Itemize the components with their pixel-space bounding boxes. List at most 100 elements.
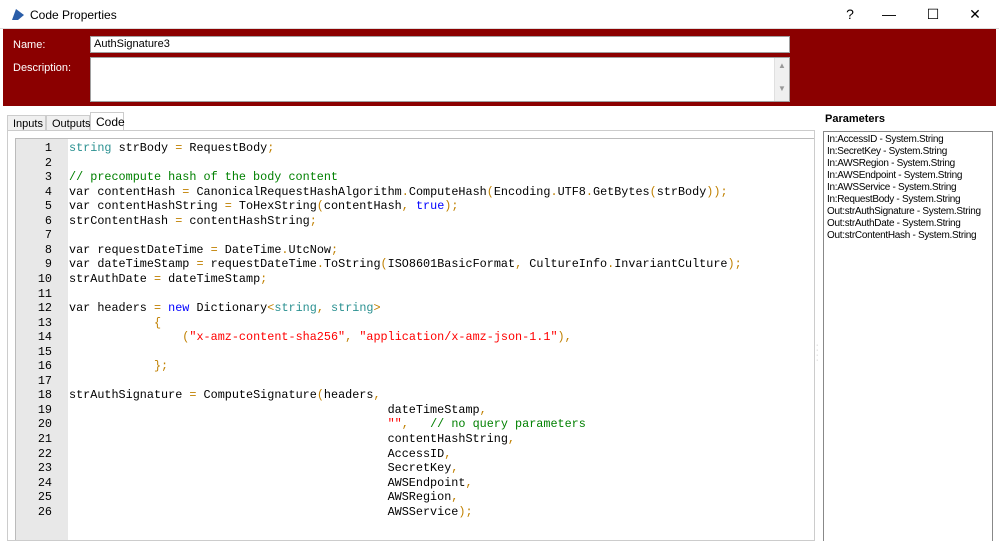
parameter-item[interactable]: In:AccessID - System.String xyxy=(827,134,989,146)
code-line: var dateTimeStamp = requestDateTime.ToSt… xyxy=(69,257,742,272)
code-token: ); xyxy=(727,257,742,272)
code-token: , xyxy=(401,417,409,432)
line-number: 21 xyxy=(37,432,52,446)
code-line: strAuthDate = dateTimeStamp; xyxy=(69,272,267,287)
code-token: var contentHashString xyxy=(69,199,225,214)
line-number: 20 xyxy=(37,417,52,432)
line-number: 11 xyxy=(37,286,52,301)
line-number: 4 xyxy=(44,184,52,199)
code-token: . xyxy=(550,184,558,199)
code-line: dateTimeStamp, xyxy=(69,403,487,418)
line-number: 6 xyxy=(44,213,52,228)
code-token: , xyxy=(316,301,324,316)
code-token: requestDateTime xyxy=(203,257,317,272)
code-token: AWSRegion xyxy=(69,490,452,505)
code-token: strBody xyxy=(111,141,176,155)
code-token: string xyxy=(331,301,374,316)
code-line: // precompute hash of the body content xyxy=(69,170,338,185)
code-line: string strBody = RequestBody; xyxy=(69,141,274,156)
code-token: AccessID xyxy=(69,446,445,461)
code-token: contentHashString xyxy=(182,213,310,228)
code-token: = xyxy=(224,199,232,214)
name-input[interactable]: AuthSignature3 xyxy=(90,36,790,53)
code-token: . xyxy=(585,184,593,199)
code-token: "x-amz-content-sha256" xyxy=(189,330,346,345)
code-token: , xyxy=(451,461,459,476)
line-number: 12 xyxy=(37,301,52,316)
parameter-item[interactable]: In:AWSService - System.String xyxy=(827,182,989,194)
maximize-button[interactable]: ☐ xyxy=(911,0,955,29)
splitter-handle[interactable]: · · · · xyxy=(816,342,819,364)
tab-inputs[interactable]: Inputs xyxy=(7,115,46,131)
code-token: Dictionary xyxy=(189,301,268,316)
line-number: 8 xyxy=(44,242,52,257)
code-token: new xyxy=(168,301,190,316)
code-token: DateTime xyxy=(217,242,282,257)
code-token: . xyxy=(316,257,324,272)
parameter-item[interactable]: In:RequestBody - System.String xyxy=(827,194,989,206)
parameters-list[interactable]: In:AccessID - System.String In:SecretKey … xyxy=(823,131,993,541)
code-line: { xyxy=(69,316,161,331)
properties-header: Name: AuthSignature3 Description: ▲ ▼ xyxy=(3,29,996,106)
line-number: 1 xyxy=(44,141,52,155)
code-token: strBody xyxy=(656,184,707,199)
code-token: ComputeHash xyxy=(408,184,487,199)
close-button[interactable]: ✕ xyxy=(953,0,997,29)
code-token: "application/x-amz-json-1.1" xyxy=(359,330,558,345)
code-token: ; xyxy=(260,271,268,286)
code-token: = xyxy=(210,242,218,257)
code-token: strAuthSignature xyxy=(69,388,190,403)
parameter-item[interactable]: In:AWSEndpoint - System.String xyxy=(827,170,989,182)
code-token: ToHexString xyxy=(231,199,317,214)
description-input[interactable]: ▲ ▼ xyxy=(90,57,790,102)
line-number: 3 xyxy=(44,170,52,185)
code-token: "" xyxy=(387,417,402,432)
code-token: , xyxy=(451,490,459,505)
code-token: ( xyxy=(380,257,388,272)
minimize-button[interactable]: — xyxy=(867,0,911,29)
code-editor-panel: 1 2 3 4 5 6 7 8 9 10 11 12 13 14 15 16 17 18 19 20 21 22 23 24 2… xyxy=(7,130,815,541)
line-number: 19 xyxy=(37,402,52,417)
code-token: , xyxy=(373,388,381,403)
code-token: ; xyxy=(267,141,275,155)
code-token: , xyxy=(465,475,473,490)
code-token: RequestBody xyxy=(182,141,268,155)
code-token: GetBytes xyxy=(592,184,650,199)
code-token: ; xyxy=(309,213,317,228)
parameter-item[interactable]: In:AWSRegion - System.String xyxy=(827,158,989,170)
parameter-item[interactable]: Out:strAuthDate - System.String xyxy=(827,218,989,230)
code-token: var headers xyxy=(69,301,154,316)
code-token: CanonicalRequestHashAlgorithm xyxy=(189,184,402,199)
help-button[interactable]: ? xyxy=(828,0,872,29)
code-token: CultureInfo xyxy=(522,257,608,272)
code-line: var contentHash = CanonicalRequestHashAl… xyxy=(69,185,728,200)
code-area[interactable]: string strBody = RequestBody; // precompu… xyxy=(69,139,814,540)
line-number: 25 xyxy=(37,490,52,505)
code-line: }; xyxy=(69,359,168,374)
line-number: 10 xyxy=(37,271,52,286)
code-token: }; xyxy=(153,359,169,374)
parameter-item[interactable]: Out:strContentHash - System.String xyxy=(827,230,989,242)
code-line: AWSRegion, xyxy=(69,490,459,505)
description-scrollbar[interactable]: ▲ ▼ xyxy=(774,58,789,101)
code-token: = xyxy=(153,271,162,286)
code-line: var requestDateTime = DateTime.UtcNow; xyxy=(69,243,338,258)
code-token: contentHash xyxy=(323,199,402,214)
code-token: . xyxy=(401,184,409,199)
code-token: true xyxy=(415,199,445,214)
tab-code[interactable]: Code xyxy=(90,112,125,131)
code-token: , xyxy=(444,446,452,461)
parameter-item[interactable]: In:SecretKey - System.String xyxy=(827,146,989,158)
line-number: 22 xyxy=(37,446,52,461)
tab-outputs[interactable]: Outputs xyxy=(46,115,91,131)
line-number: 15 xyxy=(37,344,52,359)
code-editor[interactable]: 1 2 3 4 5 6 7 8 9 10 11 12 13 14 15 16 17 18 19 20 21 22 23 24 2… xyxy=(15,138,814,540)
line-number: 23 xyxy=(37,461,52,476)
line-number: 17 xyxy=(37,373,52,388)
code-token: ( xyxy=(316,199,324,214)
line-number: 16 xyxy=(37,359,52,374)
parameter-item[interactable]: Out:strAuthSignature - System.String xyxy=(827,206,989,218)
